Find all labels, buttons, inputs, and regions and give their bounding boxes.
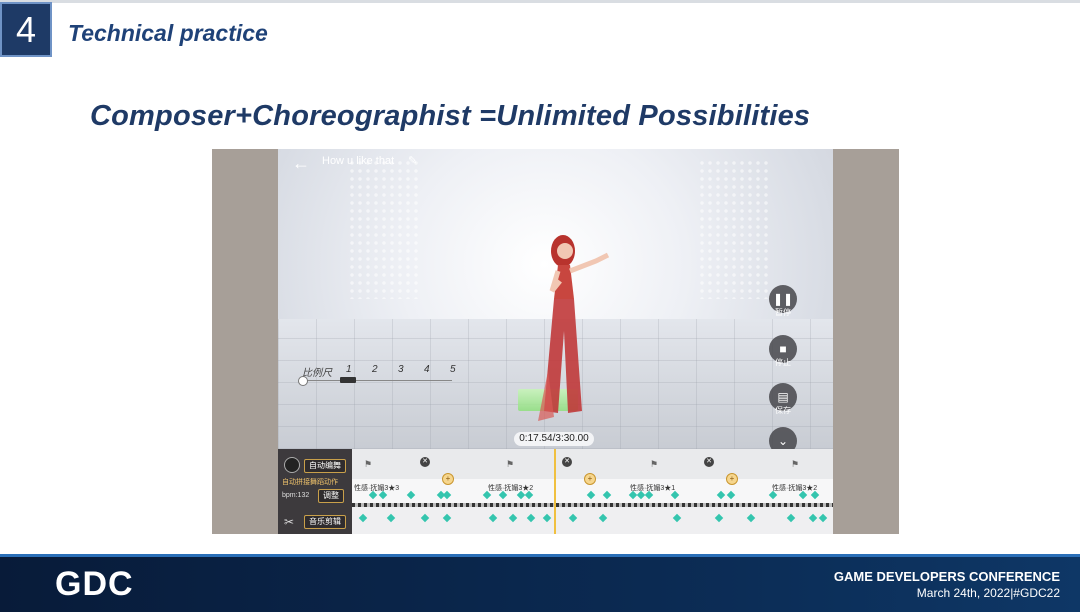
pause-icon: ❚❚ [772, 292, 794, 306]
section-number-badge: 4 [0, 2, 52, 57]
footer-bar [0, 557, 1080, 612]
pause-label: 暂停 [775, 308, 791, 317]
conference-name: GAME DEVELOPERS CONFERENCE [833, 569, 1060, 584]
auto-edit-button[interactable]: 自动编舞 [304, 459, 346, 473]
bpm-value: bpm:132 [282, 492, 310, 499]
scale-marks: 12345 [346, 364, 476, 375]
segment-label: 性感·抚媚3★3 [354, 485, 400, 492]
save-icon: ▤ [777, 390, 789, 404]
music-edit-button[interactable]: 音乐剪辑 [304, 515, 346, 529]
stage-lights-right [698, 159, 768, 299]
remove-segment-icon[interactable]: ✕ [562, 457, 572, 467]
stage-lights-left [348, 159, 418, 299]
scale-mark[interactable]: 1 [346, 364, 372, 375]
segment-label: 性感·抚媚3★2 [772, 485, 818, 492]
scale-slider-start [298, 376, 308, 386]
remove-segment-icon[interactable]: ✕ [704, 457, 714, 467]
slide-headline: Composer+Choreographist =Unlimited Possi… [90, 100, 811, 132]
add-segment-icon[interactable]: + [584, 473, 596, 485]
add-segment-icon[interactable]: + [726, 473, 738, 485]
gdc-logo: GDC [55, 565, 134, 603]
film-strip-mid [352, 503, 833, 507]
flag-icon: ⚑ [650, 459, 659, 469]
scale-slider-thumb[interactable] [340, 377, 356, 383]
scale-mark[interactable]: 2 [372, 364, 398, 375]
remove-segment-icon[interactable]: ✕ [420, 457, 430, 467]
scale-mark[interactable]: 3 [398, 364, 424, 375]
segment-label: 性感·抚媚3★1 [630, 485, 676, 492]
adjust-button[interactable]: 调整 [318, 489, 344, 503]
stop-label: 停止 [775, 358, 791, 367]
song-title: How u like that [322, 155, 395, 167]
scissors-icon: ✂ [284, 515, 295, 529]
edit-icon[interactable]: ✎ [408, 154, 417, 167]
game-screenshot: ← How u like that ✎ 比例尺 12345 ❚❚ 暂停 ■ 停止… [212, 149, 899, 534]
timeline-panel: 自动编舞 自动拼接舞蹈动作 bpm:132 调整 ✂ 音乐剪辑 ⚑ ⚑ ⚑ ⚑ … [278, 449, 833, 534]
flag-icon: ⚑ [364, 459, 373, 469]
timeline-playhead[interactable] [554, 449, 556, 534]
scale-mark[interactable]: 5 [450, 364, 476, 375]
timeline-controls: 自动编舞 自动拼接舞蹈动作 bpm:132 调整 ✂ 音乐剪辑 [278, 449, 352, 534]
add-segment-icon[interactable]: + [442, 473, 454, 485]
flag-icon: ⚑ [791, 459, 800, 469]
flag-icon: ⚑ [506, 459, 515, 469]
playback-time: 0:17.54/3:30.00 [514, 432, 594, 446]
conference-date: March 24th, 2022|#GDC22 [916, 586, 1060, 600]
game-viewport: ← How u like that ✎ 比例尺 12345 ❚❚ 暂停 ■ 停止… [278, 149, 833, 534]
dancer-character [538, 235, 610, 421]
scale-mark[interactable]: 4 [424, 364, 450, 375]
chevron-down-icon: ⌄ [777, 434, 789, 448]
section-title: Technical practice [68, 20, 268, 46]
avatar[interactable] [284, 457, 300, 473]
back-arrow-icon[interactable]: ← [292, 153, 310, 174]
top-rule [0, 0, 1080, 3]
save-label: 保存 [775, 406, 791, 415]
scale-slider-track[interactable] [302, 380, 452, 381]
auto-splice-link[interactable]: 自动拼接舞蹈动作 [282, 477, 338, 487]
stop-icon: ■ [779, 342, 787, 356]
